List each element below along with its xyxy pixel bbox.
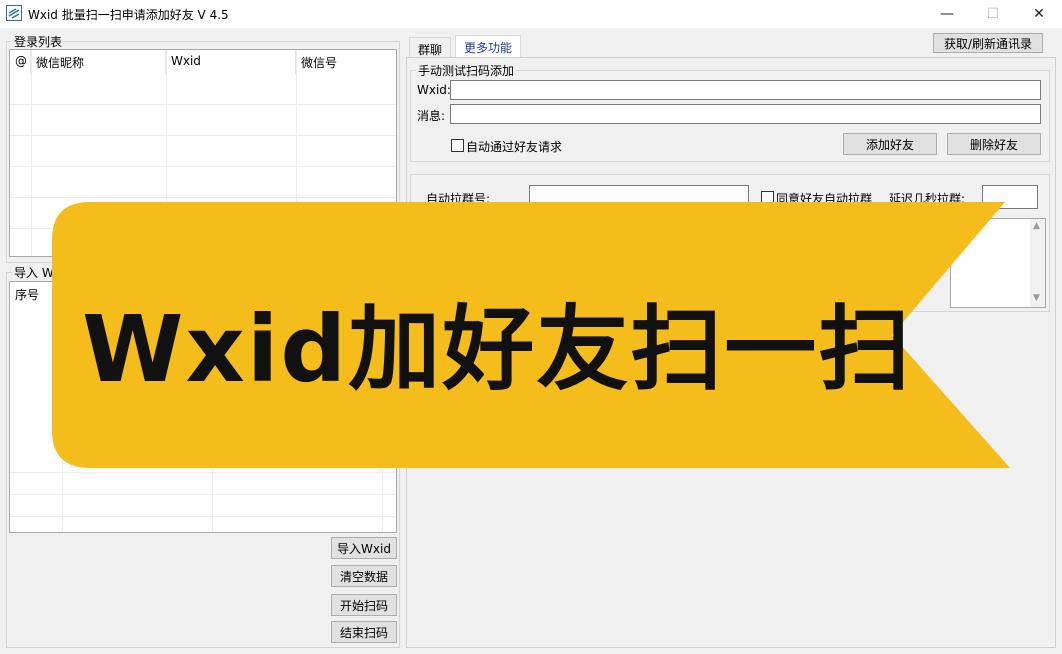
manual-add-legend: 手动测试扫码添加 — [416, 62, 517, 79]
window-title: Wxid 批量扫一扫申请添加好友 V 4.5 — [28, 8, 229, 22]
scroll-down-icon[interactable]: ▼ — [1033, 293, 1040, 303]
column-header-wxid[interactable]: Wxid — [166, 50, 296, 74]
start-scan-button[interactable]: 开始扫码 — [331, 594, 397, 616]
tab-group-chat[interactable]: 群聊 — [409, 37, 452, 59]
column-header-nickname[interactable]: 微信昵称 — [31, 50, 166, 74]
title-bar: Wxid 批量扫一扫申请添加好友 V 4.5 — ☐ ✕ — [0, 0, 1062, 28]
close-button[interactable]: ✕ — [1016, 0, 1062, 28]
column-header-wechat-id[interactable]: 微信号 — [296, 50, 396, 74]
app-icon — [6, 5, 22, 21]
stop-scan-button[interactable]: 结束扫码 — [331, 621, 397, 643]
minimize-button[interactable]: — — [924, 0, 970, 28]
refresh-contacts-button[interactable]: 获取/刷新通讯录 — [933, 33, 1043, 53]
maximize-button[interactable]: ☐ — [970, 0, 1016, 28]
message-label: 消息: — [417, 109, 446, 123]
scroll-up-icon[interactable]: ▲ — [1033, 221, 1040, 231]
wxid-label: Wxid: — [417, 83, 451, 97]
auto-accept-checkbox[interactable] — [451, 139, 464, 152]
login-list-legend: 登录列表 — [12, 33, 65, 50]
log-scrollbar[interactable]: ▲ ▼ — [1030, 219, 1045, 307]
message-input[interactable] — [450, 104, 1041, 124]
clear-data-button[interactable]: 清空数据 — [331, 565, 397, 587]
tab-more-functions[interactable]: 更多功能 — [455, 35, 522, 59]
import-wxid-button[interactable]: 导入Wxid — [331, 537, 397, 559]
delete-friend-button[interactable]: 删除好友 — [947, 133, 1041, 155]
banner-text: Wxid加好友扫一扫 — [82, 296, 913, 403]
add-friend-button[interactable]: 添加好友 — [843, 133, 937, 155]
wxid-input[interactable] — [450, 80, 1041, 100]
column-header-at[interactable]: @ — [10, 50, 31, 74]
auto-accept-label: 自动通过好友请求 — [466, 140, 563, 154]
login-list-header: @ 微信昵称 Wxid 微信号 — [10, 50, 396, 74]
